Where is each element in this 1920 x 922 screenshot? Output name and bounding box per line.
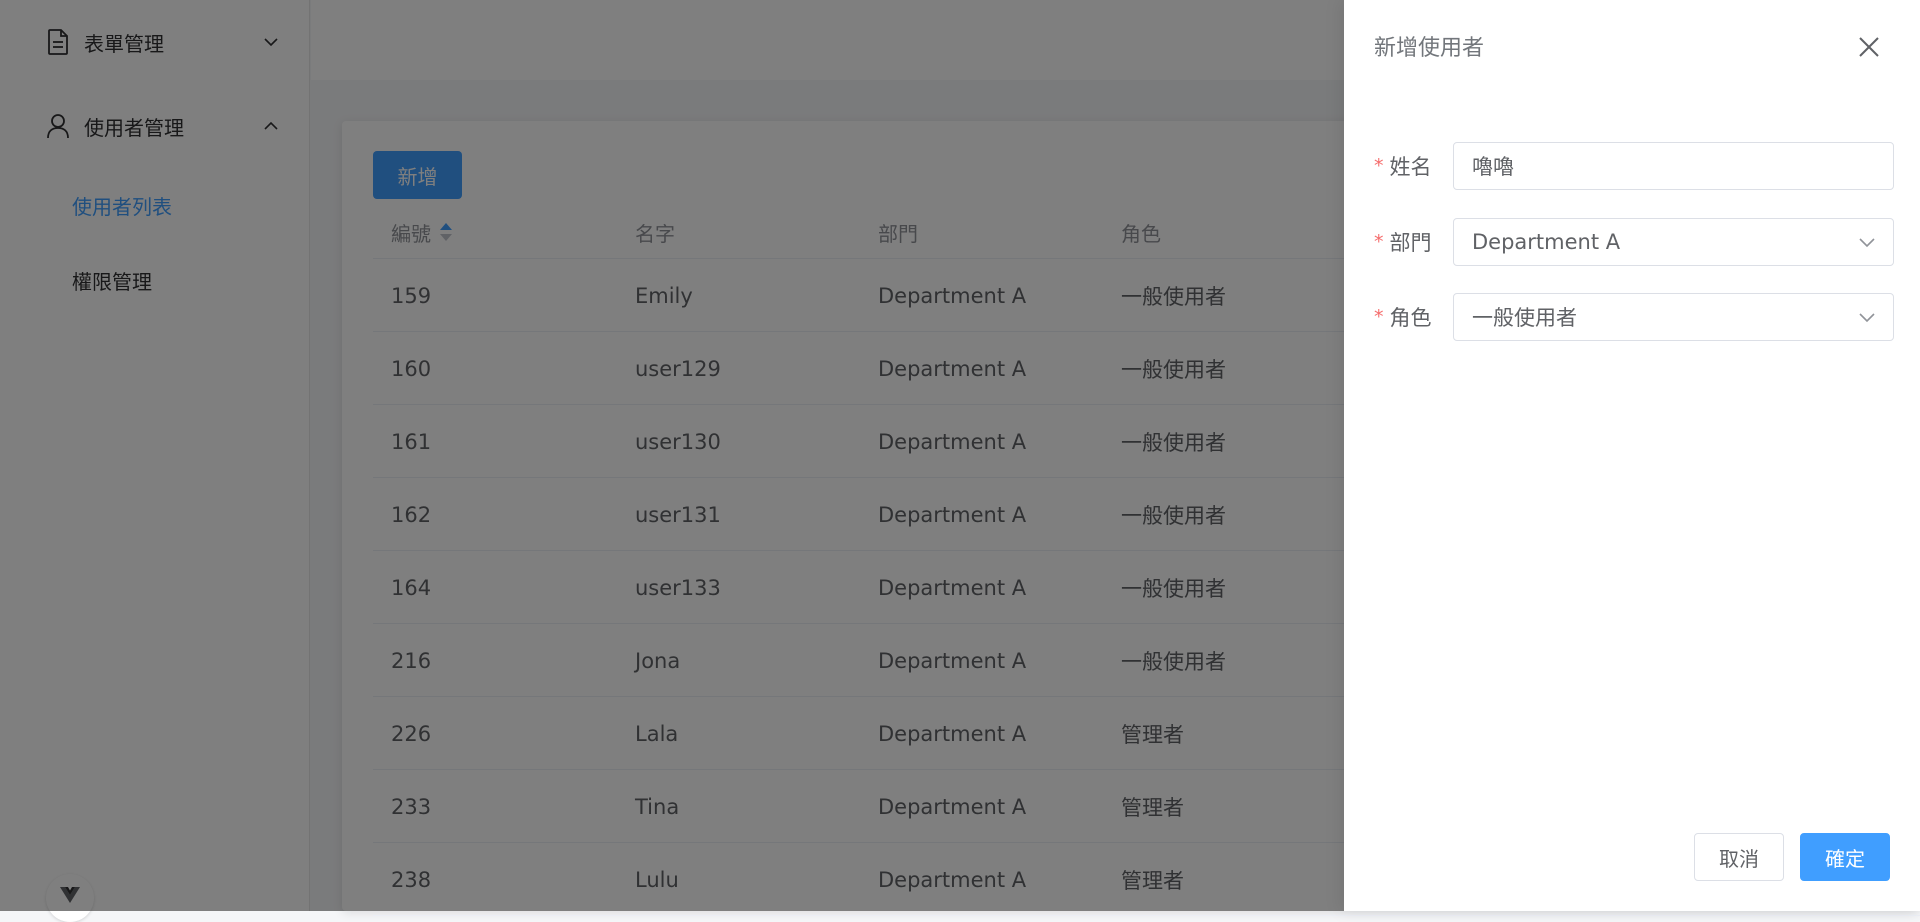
drawer-title: 新增使用者	[1374, 36, 1485, 61]
form-label-dept: * 部門	[1374, 218, 1432, 266]
chevron-down-icon	[1857, 308, 1877, 328]
required-mark: *	[1374, 306, 1384, 328]
form-label-name: * 姓名	[1374, 142, 1432, 190]
form-item-role: * 角色 一般使用者	[1374, 293, 1894, 341]
form-label-text: 部門	[1389, 231, 1432, 255]
role-select-value: 一般使用者	[1472, 306, 1577, 330]
close-icon[interactable]	[1854, 32, 1884, 62]
name-field[interactable]	[1453, 142, 1894, 190]
dept-select-value: Department A	[1472, 230, 1621, 254]
dept-select[interactable]: Department A	[1453, 218, 1894, 266]
required-mark: *	[1374, 231, 1384, 253]
chevron-down-icon	[1857, 233, 1877, 253]
cancel-button[interactable]: 取消	[1694, 833, 1784, 881]
role-select[interactable]: 一般使用者	[1453, 293, 1894, 341]
form-label-text: 姓名	[1389, 155, 1432, 179]
name-input[interactable]	[1472, 154, 1872, 178]
add-user-drawer: 新增使用者 * 姓名 * 部門 Department A * 角色	[1344, 0, 1920, 911]
form-label-text: 角色	[1389, 306, 1432, 330]
required-mark: *	[1374, 155, 1384, 177]
form-item-dept: * 部門 Department A	[1374, 218, 1894, 266]
form-item-name: * 姓名	[1374, 142, 1894, 190]
form-label-role: * 角色	[1374, 293, 1432, 341]
confirm-button[interactable]: 確定	[1800, 833, 1890, 881]
